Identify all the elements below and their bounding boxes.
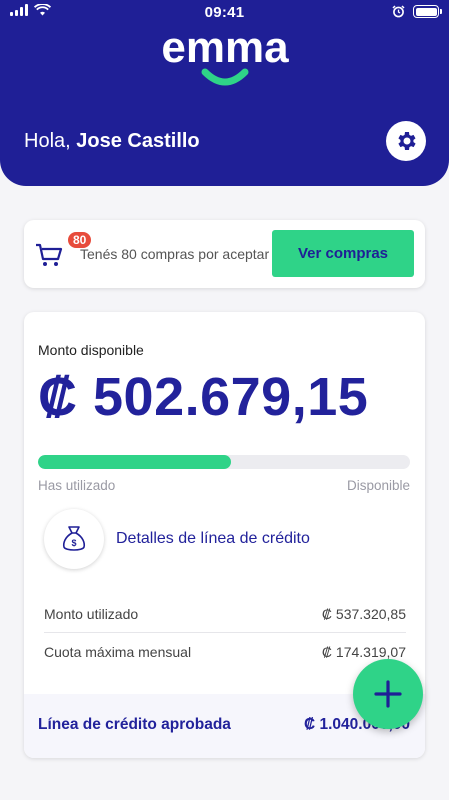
alarm-icon [392, 5, 405, 18]
money-bag-button[interactable]: $ [44, 509, 104, 569]
greeting-prefix: Hola, [24, 130, 71, 152]
user-name: Jose Castillo [76, 130, 200, 152]
header: 09:41 emma Hola, Jose Castillo [0, 0, 449, 186]
cart-icon [36, 243, 63, 266]
plus-icon [374, 680, 402, 708]
credit-details-link[interactable]: $ Detalles de línea de crédito [44, 509, 310, 569]
pending-purchases-text: Tenés 80 compras por aceptar [80, 246, 270, 262]
pending-purchases-card: 80 Tenés 80 compras por aceptar Ver comp… [24, 220, 425, 288]
greeting: Hola, Jose Castillo [24, 130, 200, 153]
gear-icon [398, 132, 416, 150]
used-label: Has utilizado [38, 478, 116, 493]
max-monthly-fee-value: ₡ 174.319,07 [321, 644, 406, 660]
credit-usage-fill [38, 455, 232, 469]
money-bag-icon: $ [62, 526, 86, 551]
max-monthly-fee-label: Cuota máxima mensual [44, 644, 192, 660]
status-bar: 09:41 [0, 0, 449, 24]
used-amount-row: Monto utilizado ₡ 537.320,85 [44, 595, 406, 633]
max-monthly-fee-row: Cuota máxima mensual ₡ 174.319,07 [44, 633, 406, 671]
brand-logo: emma [0, 24, 449, 95]
available-amount-label: Monto disponible [38, 342, 144, 358]
approved-credit-label: Línea de crédito aprobada [38, 716, 231, 733]
credit-details-label: Detalles de línea de crédito [116, 530, 310, 547]
status-time: 09:41 [204, 4, 245, 21]
view-purchases-button[interactable]: Ver compras [272, 230, 414, 277]
used-amount-value: ₡ 537.320,85 [321, 605, 406, 622]
used-amount-label: Monto utilizado [44, 605, 139, 622]
available-amount: ₡ 502.679,15 [38, 367, 369, 427]
credit-usage-bar [38, 455, 410, 469]
brand-logo-text: emma [161, 24, 289, 72]
app-screen: 09:41 emma Hola, Jose Castillo 80 Tenés … [0, 0, 449, 800]
svg-text:$: $ [71, 538, 76, 548]
add-button[interactable] [353, 659, 423, 729]
battery-icon [413, 5, 442, 18]
settings-button[interactable] [386, 121, 426, 161]
status-right [392, 5, 442, 18]
available-label: Disponible [346, 478, 410, 493]
